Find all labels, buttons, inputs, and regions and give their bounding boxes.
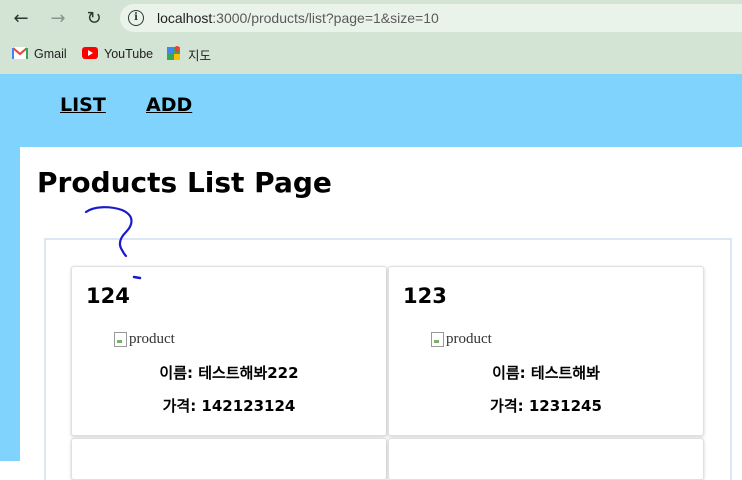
- product-card[interactable]: 123 product 이름: 테스트해봐 가격: 1231245: [388, 266, 704, 436]
- annotation-scribble: [84, 206, 142, 280]
- bookmark-gmail[interactable]: Gmail: [12, 44, 67, 64]
- bookmark-label: Gmail: [34, 47, 67, 61]
- page-title: Products List Page: [37, 166, 332, 199]
- product-name: 이름: 테스트해봐222: [159, 364, 299, 382]
- bookmark-label: YouTube: [104, 47, 154, 61]
- product-card[interactable]: [71, 438, 387, 480]
- youtube-icon: [82, 46, 98, 62]
- info-icon[interactable]: i: [128, 10, 144, 26]
- address-bar[interactable]: i localhost:3000/products/list?page=1&si…: [120, 4, 742, 32]
- app-header: LIST ADD: [0, 74, 742, 147]
- nav-list-link[interactable]: LIST: [60, 94, 106, 116]
- nav-add-link[interactable]: ADD: [146, 94, 192, 116]
- bookmark-youtube[interactable]: YouTube: [82, 44, 153, 64]
- bookmark-label: 지도: [188, 48, 212, 63]
- product-price: 가격: 1231245: [490, 397, 602, 415]
- bookmarks-bar: Gmail YouTube 지도: [0, 40, 742, 68]
- product-card[interactable]: 124 product 이름: 테스트해봐222 가격: 142123124: [71, 266, 387, 436]
- reload-icon[interactable]: ↻: [82, 6, 106, 30]
- broken-image-icon: [114, 332, 127, 347]
- product-price: 가격: 142123124: [162, 397, 296, 415]
- broken-image-icon: [431, 332, 444, 347]
- browser-toolbar: ← → ↻ i localhost:3000/products/list?pag…: [0, 0, 742, 36]
- product-image: product: [114, 331, 175, 348]
- product-card[interactable]: [388, 438, 704, 480]
- back-icon[interactable]: ←: [9, 6, 33, 30]
- image-alt-text: product: [446, 331, 492, 347]
- product-image: product: [431, 331, 492, 348]
- image-alt-text: product: [129, 331, 175, 347]
- url-text: localhost:3000/products/list?page=1&size…: [157, 10, 439, 26]
- forward-icon[interactable]: →: [46, 6, 70, 30]
- sidebar-strip: [0, 147, 20, 461]
- product-id: 123: [403, 284, 447, 308]
- product-name: 이름: 테스트해봐: [492, 364, 600, 382]
- browser-chrome: ← → ↻ i localhost:3000/products/list?pag…: [0, 0, 742, 74]
- maps-icon: [166, 45, 182, 64]
- bookmark-maps[interactable]: 지도: [166, 44, 211, 64]
- gmail-icon: [12, 46, 28, 62]
